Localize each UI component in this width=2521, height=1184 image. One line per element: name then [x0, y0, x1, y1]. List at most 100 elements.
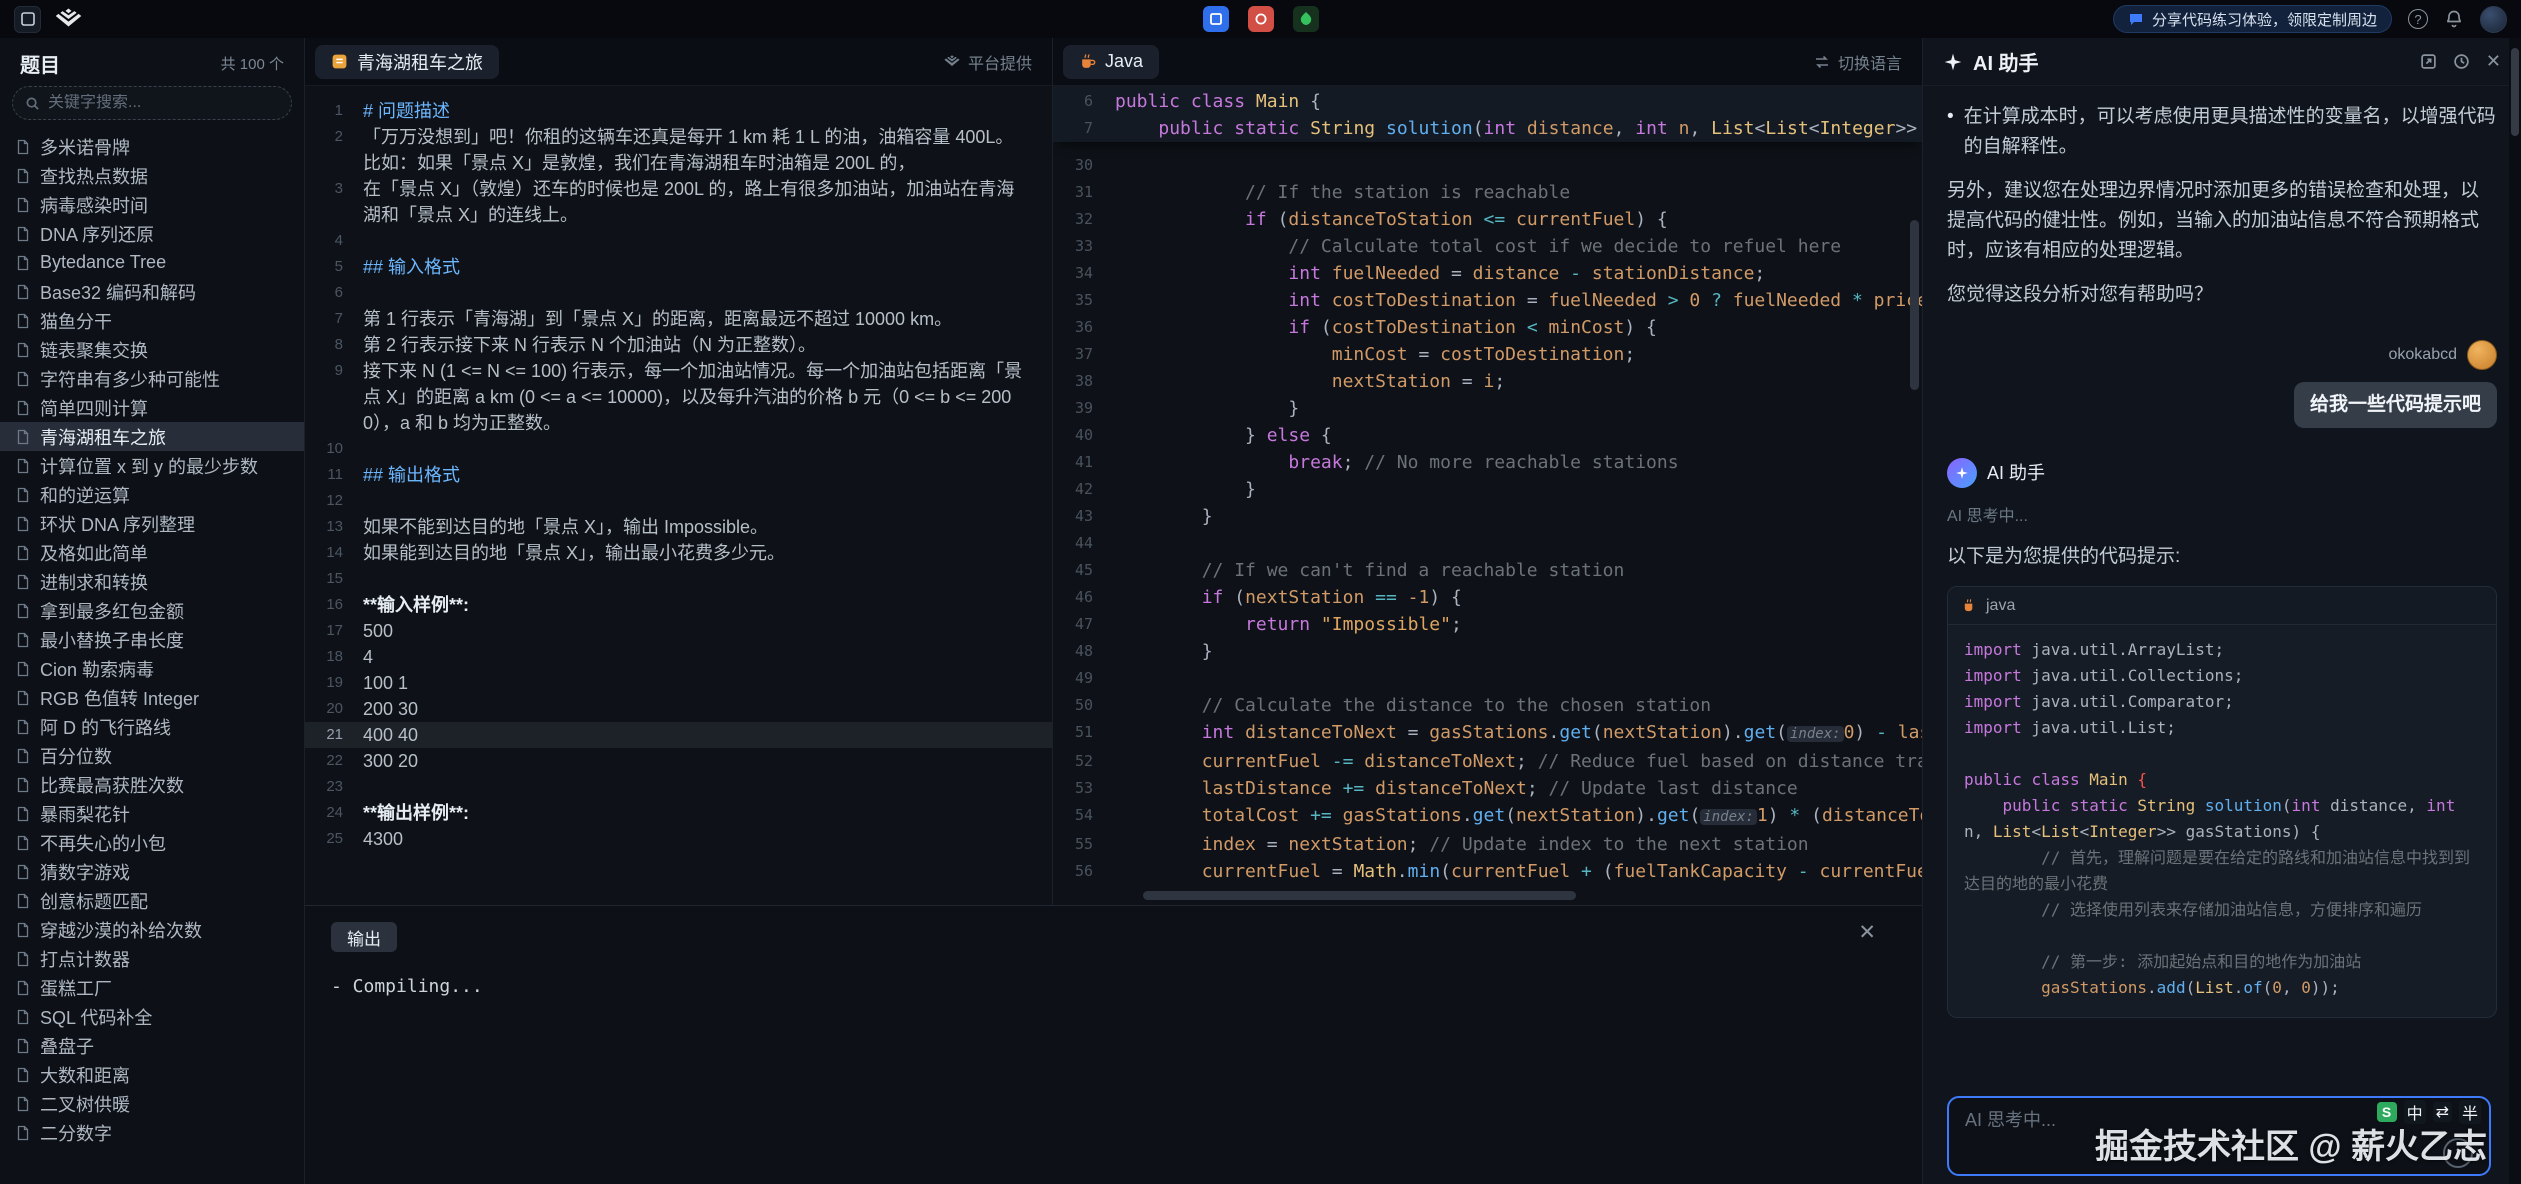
- output-tab-label: 输出: [347, 925, 381, 950]
- sidebar-item[interactable]: 拿到最多红包金额: [0, 596, 304, 625]
- sidebar-item[interactable]: 和的逆运算: [0, 480, 304, 509]
- ai-code-line: public static String solution(int distan…: [1964, 793, 2480, 845]
- line-number: 24: [305, 800, 363, 826]
- sidebar-item[interactable]: 不再失心的小包: [0, 828, 304, 857]
- code-editor[interactable]: 6public class Main {7 public static Stri…: [1053, 86, 1922, 905]
- code-line: 33 // Calculate total cost if we decide …: [1053, 233, 1922, 260]
- layout-toggle-button[interactable]: [14, 6, 41, 33]
- problem-tab[interactable]: 青海湖租车之旅: [315, 45, 499, 79]
- page-scrollbar[interactable]: [2509, 38, 2521, 1184]
- notifications-button[interactable]: [2444, 9, 2464, 29]
- code-lines: 30 31 // If the station is reachable32 i…: [1053, 142, 1922, 885]
- sidebar-item[interactable]: 二叉树供暖: [0, 1089, 304, 1118]
- close-ai-panel-button[interactable]: ✕: [2486, 51, 2501, 72]
- ai-panel-header: AI 助手 ✕: [1923, 38, 2521, 86]
- sidebar-item[interactable]: 大数和距离: [0, 1060, 304, 1089]
- sidebar-item-label: 多米诺骨牌: [40, 134, 130, 160]
- problem-line-text: [363, 566, 1052, 592]
- sidebar-item[interactable]: 链表聚集交换: [0, 335, 304, 364]
- sidebar-item[interactable]: 计算位置 x 到 y 的最少步数: [0, 451, 304, 480]
- code-text: nextStation = i;: [1115, 368, 1922, 395]
- document-icon: [15, 806, 31, 822]
- sidebar-item[interactable]: 比赛最高获胜次数: [0, 770, 304, 799]
- user-chat-avatar: [2467, 340, 2497, 370]
- history-button[interactable]: [2453, 53, 2470, 70]
- sidebar-item[interactable]: 环状 DNA 序列整理: [0, 509, 304, 538]
- problem-line-text: [363, 774, 1052, 800]
- ai-analysis-question: 您觉得这段分析对您有帮助吗？: [1947, 280, 2497, 310]
- sidebar-item[interactable]: DNA 序列还原: [0, 219, 304, 248]
- sidebar-item[interactable]: 病毒感染时间: [0, 190, 304, 219]
- juejin-logo[interactable]: [55, 6, 82, 33]
- sidebar-item-label: 青海湖租车之旅: [40, 424, 166, 450]
- problem-line: 6: [305, 280, 1052, 306]
- sidebar-item[interactable]: 创意标题匹配: [0, 886, 304, 915]
- sidebar-item[interactable]: 字符串有多少种可能性: [0, 364, 304, 393]
- sidebar-item-label: 病毒感染时间: [40, 192, 148, 218]
- share-campaign-button[interactable]: 分享代码练习体验，领限定制周边: [2113, 5, 2392, 33]
- document-icon: [15, 400, 31, 416]
- sidebar-item[interactable]: 最小替换子串长度: [0, 625, 304, 654]
- sidebar-item[interactable]: RGB 色值转 Integer: [0, 683, 304, 712]
- sidebar-item-label: 蛋糕工厂: [40, 975, 112, 1001]
- search-input[interactable]: [48, 94, 279, 112]
- sidebar-item[interactable]: 叠盘子: [0, 1031, 304, 1060]
- sidebar-item[interactable]: Base32 编码和解码: [0, 277, 304, 306]
- sidebar-item[interactable]: 穿越沙漠的补给次数: [0, 915, 304, 944]
- document-icon: [15, 1125, 31, 1141]
- sidebar-item[interactable]: Bytedance Tree: [0, 248, 304, 277]
- problem-line: 20200 30: [305, 696, 1052, 722]
- editor-horizontal-scrollbar[interactable]: [1143, 891, 1576, 900]
- sidebar-item[interactable]: 进制求和转换: [0, 567, 304, 596]
- sidebar-item[interactable]: SQL 代码补全: [0, 1002, 304, 1031]
- document-icon: [15, 719, 31, 735]
- code-line: 43 }: [1053, 503, 1922, 530]
- sidebar-item[interactable]: 百分位数: [0, 741, 304, 770]
- output-close-icon[interactable]: ✕: [1858, 922, 1876, 943]
- open-in-window-button[interactable]: [2420, 53, 2437, 70]
- code-line: 49: [1053, 665, 1922, 692]
- java-icon: [1079, 53, 1096, 70]
- sidebar-item[interactable]: 查找热点数据: [0, 161, 304, 190]
- problem-line-text: 如果不能到达目的地「景点 X」，输出 Impossible。: [363, 514, 1052, 540]
- search-box[interactable]: [12, 86, 292, 120]
- code-text: break; // No more reachable stations: [1115, 449, 1922, 476]
- sidebar-item-label: 叠盘子: [40, 1033, 94, 1059]
- center-column: 青海湖租车之旅 平台提供 1# 问题描述2「万万没想到」吧！你租的这辆车还真是每…: [305, 38, 1922, 1184]
- sidebar-item[interactable]: 蛋糕工厂: [0, 973, 304, 1002]
- ai-code-line: import java.util.ArrayList;: [1964, 637, 2480, 663]
- code-text: currentFuel -= distanceToNext; // Reduce…: [1115, 748, 1922, 775]
- app-icon-red[interactable]: [1248, 6, 1274, 32]
- sidebar-item[interactable]: 简单四则计算: [0, 393, 304, 422]
- app-icon-blue[interactable]: [1203, 6, 1229, 32]
- sidebar-item[interactable]: 及格如此简单: [0, 538, 304, 567]
- problem-markdown-editor[interactable]: 1# 问题描述2「万万没想到」吧！你租的这辆车还真是每开 1 km 耗 1 L …: [305, 86, 1052, 905]
- editor-vertical-scrollbar[interactable]: [1910, 220, 1919, 390]
- code-text: } else {: [1115, 422, 1922, 449]
- page-scrollbar-thumb[interactable]: [2511, 48, 2519, 136]
- problem-line-text: ## 输出格式: [363, 462, 1052, 488]
- sidebar-item[interactable]: 猫鱼分干: [0, 306, 304, 335]
- sidebar-item[interactable]: 打点计数器: [0, 944, 304, 973]
- sidebar-item[interactable]: Cion 勒索病毒: [0, 654, 304, 683]
- sidebar-item[interactable]: 暴雨梨花针: [0, 799, 304, 828]
- switch-language-button[interactable]: 切换语言: [1814, 50, 1902, 74]
- sidebar-item[interactable]: 二分数字: [0, 1118, 304, 1147]
- output-tab[interactable]: 输出: [331, 922, 397, 952]
- help-button[interactable]: ?: [2408, 9, 2428, 29]
- line-number: 51: [1053, 719, 1115, 748]
- problem-line: 13如果不能到达目的地「景点 X」，输出 Impossible。: [305, 514, 1052, 540]
- document-icon: [15, 197, 31, 213]
- user-avatar[interactable]: [2480, 6, 2507, 33]
- line-number: 2: [305, 124, 363, 176]
- problem-line-text: 第 2 行表示接下来 N 行表示 N 个加油站（N 为正整数）。: [363, 332, 1052, 358]
- sidebar-item[interactable]: 猜数字游戏: [0, 857, 304, 886]
- sidebar-item[interactable]: 青海湖租车之旅: [0, 422, 304, 451]
- problem-tabbar: 青海湖租车之旅 平台提供: [305, 38, 1052, 86]
- sidebar-item[interactable]: 多米诺骨牌: [0, 132, 304, 161]
- sidebar-item[interactable]: 阿 D 的飞行路线: [0, 712, 304, 741]
- language-tab-java[interactable]: Java: [1063, 45, 1159, 79]
- problem-sidebar: 题目 共 100 个 多米诺骨牌查找热点数据病毒感染时间DNA 序列还原Byte…: [0, 38, 305, 1184]
- app-icon-green[interactable]: [1293, 6, 1319, 32]
- ai-code-line: import java.util.Collections;: [1964, 663, 2480, 689]
